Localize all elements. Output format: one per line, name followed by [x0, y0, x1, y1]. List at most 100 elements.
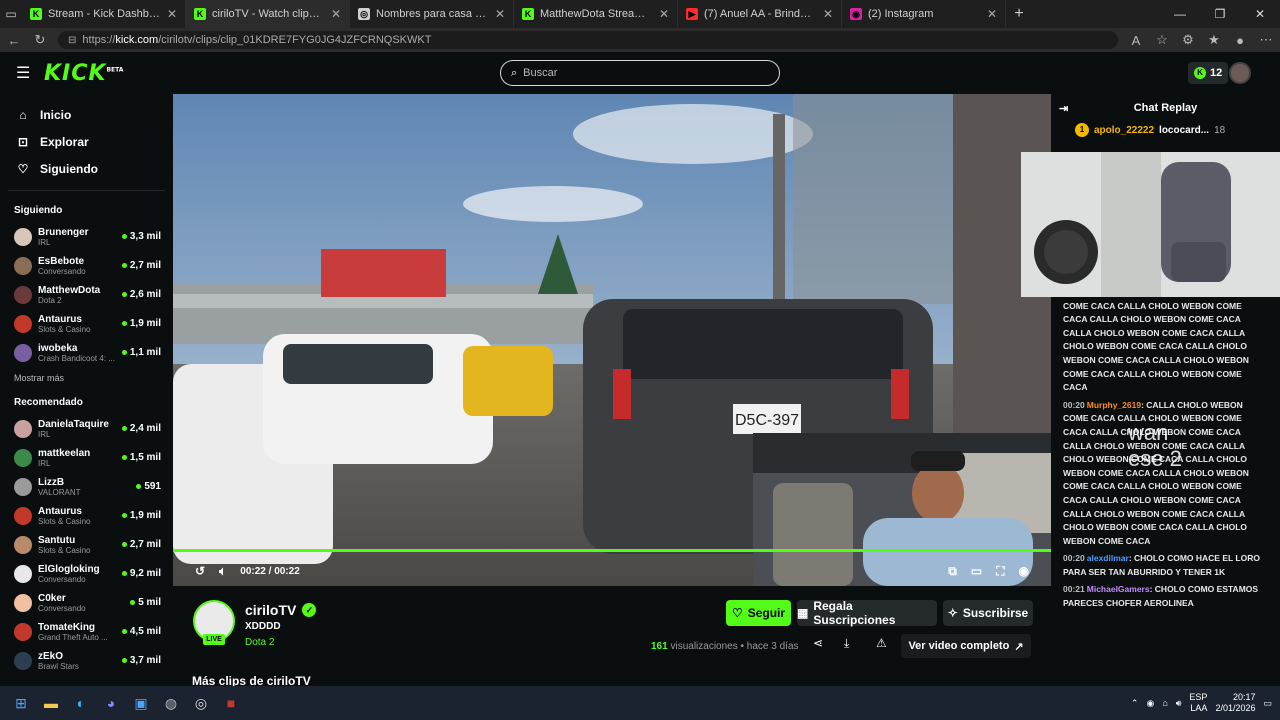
reload-icon[interactable]: ↻	[32, 32, 48, 48]
channel-category: Conversando	[38, 574, 86, 584]
dota-icon[interactable]: ■	[216, 688, 246, 718]
channel-name[interactable]: ciriloTV ✓	[245, 602, 317, 618]
sidebar-channel[interactable]: EsBebote Conversando 2,7 mil	[0, 251, 173, 280]
tab-close-icon[interactable]: ✕	[167, 7, 177, 21]
notifications-icon[interactable]: ▭	[1263, 698, 1272, 709]
close-window-icon[interactable]: ✕	[1240, 0, 1280, 28]
full-video-button[interactable]: Ver video completo ↗	[901, 634, 1031, 658]
edge-icon[interactable]: ◐	[66, 688, 96, 718]
tray-app-icon[interactable]: ◉	[1146, 698, 1154, 709]
pip-icon[interactable]: ⧉	[948, 564, 957, 579]
kick-logo[interactable]: KICKBETA	[44, 61, 123, 86]
show-more-link[interactable]: Mostrar más	[0, 367, 173, 389]
sidebar-channel[interactable]: ElGlogloking Conversando 9,2 mil	[0, 559, 173, 588]
follow-button[interactable]: ♡ Seguir	[726, 600, 791, 626]
message-time: 00:20	[1063, 553, 1085, 564]
maximize-icon[interactable]: ❐	[1200, 0, 1240, 28]
settings-icon[interactable]: ◉	[1019, 564, 1029, 578]
browser-menu-icon[interactable]: ▭	[0, 7, 22, 21]
message-user[interactable]: Murphy_2619	[1087, 400, 1141, 410]
discord-icon[interactable]: ◕	[96, 688, 126, 718]
sidebar-channel[interactable]: DanielaTaquire IRL 2,4 mil	[0, 414, 173, 443]
user-avatar[interactable]	[1229, 62, 1251, 84]
viewer-count: 9,2 mil	[121, 568, 161, 579]
share-icon[interactable]: ⋖	[813, 636, 823, 650]
sidebar-channel[interactable]: Antaurus Slots & Casino 1,9 mil	[0, 309, 173, 338]
more-menu-icon[interactable]: ⋯	[1258, 32, 1274, 48]
minimize-icon[interactable]: —	[1160, 0, 1200, 28]
viewer-count: 2,7 mil	[121, 260, 161, 271]
clip-category[interactable]: Dota 2	[245, 637, 274, 648]
message-user[interactable]: MichaelGamers	[1087, 584, 1150, 594]
extensions-icon[interactable]: ⚙	[1180, 32, 1196, 48]
tab-close-icon[interactable]: ✕	[987, 7, 997, 21]
sidebar-nav-siguiendo[interactable]: ♡ Siguiendo	[0, 155, 173, 182]
sidebar-channel[interactable]: C0ker Conversando 5 mil	[0, 588, 173, 617]
report-icon[interactable]: ⚠	[876, 636, 887, 650]
theater-mode-icon[interactable]: ▭	[971, 564, 982, 578]
replay-icon[interactable]: ↺	[195, 564, 205, 578]
hamburger-menu-icon[interactable]: ☰	[16, 63, 36, 83]
tab-5[interactable]: ◉ (2) Instagram ✕	[842, 0, 1006, 28]
gift-subs-button[interactable]: ▦ Regala Suscripciones	[797, 599, 937, 627]
tab-close-icon[interactable]: ✕	[659, 7, 669, 21]
language-indicator[interactable]: ESP LAA	[1189, 692, 1207, 714]
channel-avatar	[14, 593, 32, 612]
sidebar-nav-inicio[interactable]: ⌂ Inicio	[0, 101, 173, 128]
tab-0[interactable]: K Stream - Kick Dashboard ✕	[22, 0, 186, 28]
subscribe-button[interactable]: ✧ Suscribirse	[943, 600, 1033, 626]
channel-info: C0ker Conversando	[38, 593, 124, 613]
kicks-badge[interactable]: K 12	[1188, 62, 1229, 84]
fullscreen-icon[interactable]: ⛶	[996, 564, 1004, 579]
favorite-star-icon[interactable]: ☆	[1154, 32, 1170, 48]
video-player[interactable]: D5C-397 ↺ 🔈︎ 00:22 / 00:22 ⧉ ▭ ⛶ ◉	[173, 94, 1051, 586]
tab-close-icon[interactable]: ✕	[331, 7, 341, 21]
live-dot-icon	[121, 350, 127, 355]
sidebar-channel[interactable]: Brunenger IRL 3,3 mil	[0, 222, 173, 251]
tab-1[interactable]: KciriloTV - Watch clips on Kick ✕	[186, 0, 350, 28]
sidebar-channel[interactable]: zEkO Brawl Stars 3,7 mil	[0, 646, 173, 675]
channel-category: Slots & Casino	[38, 516, 91, 526]
sidebar-channel[interactable]: MatthewDota Dota 2 2,6 mil	[0, 280, 173, 309]
leaderboard-user-2[interactable]: lococard...	[1159, 125, 1209, 136]
tab-close-icon[interactable]: ✕	[823, 7, 833, 21]
start-icon[interactable]: ⊞	[6, 688, 36, 718]
floating-camera-window[interactable]	[1021, 152, 1280, 297]
leaderboard-user[interactable]: apolo_22222	[1094, 125, 1154, 136]
site-info-icon[interactable]: ⊟	[68, 35, 76, 46]
sidebar-channel[interactable]: TomateKing Grand Theft Auto ... 4,5 mil	[0, 617, 173, 646]
collapse-chat-icon[interactable]: ⇥	[1059, 102, 1068, 115]
tray-chevron-icon[interactable]: ⌃	[1131, 698, 1139, 709]
viewer-count-text: 2,7 mil	[129, 539, 161, 550]
tab-4[interactable]: ▶ (7) Anuel AA - Brindemos feat. Oz ✕	[678, 0, 842, 28]
progress-bar[interactable]	[173, 549, 1051, 552]
volume-tray-icon[interactable]: 🔊︎	[1176, 698, 1182, 709]
sidebar-nav-explorar[interactable]: ⊡ Explorar	[0, 128, 173, 155]
read-aloud-icon[interactable]: A	[1128, 33, 1144, 48]
message-user[interactable]: alexdilmar	[1087, 553, 1129, 563]
new-tab-button[interactable]: +	[1006, 5, 1032, 23]
sidebar-channel[interactable]: Antaurus Slots & Casino 1,9 mil	[0, 501, 173, 530]
sidebar-channel[interactable]: LizzB VALORANT 591	[0, 472, 173, 501]
viewer-count: 4,5 mil	[121, 626, 161, 637]
sidebar-channel[interactable]: iwobeka Crash Bandicoot 4: ... 1,1 mil	[0, 338, 173, 367]
download-icon[interactable]: ⤓	[844, 636, 849, 651]
search-input[interactable]: ⌕ Buscar	[500, 60, 780, 86]
back-icon[interactable]: ←	[6, 33, 22, 48]
profile-icon[interactable]: ●	[1232, 33, 1248, 48]
sidebar-channel[interactable]: Santutu Slots & Casino 2,7 mil	[0, 530, 173, 559]
network-icon[interactable]: ⌂	[1162, 698, 1167, 708]
favorites-icon[interactable]: ★	[1206, 32, 1222, 48]
file-explorer-icon[interactable]: ▬	[36, 688, 66, 718]
tab-2[interactable]: ◎ Nombres para casa de streamers ✕	[350, 0, 514, 28]
tab-favicon-icon: K	[30, 8, 42, 20]
url-field[interactable]: ⊟ https://kick.com/cirilotv/clips/clip_0…	[58, 31, 1118, 49]
clock[interactable]: 20:17 2/01/2026	[1215, 692, 1255, 714]
obs-icon[interactable]: ◎	[186, 688, 216, 718]
sidebar-channel[interactable]: mattkeelan IRL 1,5 mil	[0, 443, 173, 472]
steam-icon[interactable]: ◍	[156, 688, 186, 718]
photos-icon[interactable]: ▣	[126, 688, 156, 718]
volume-icon[interactable]: 🔈︎	[219, 564, 226, 579]
tab-3[interactable]: K MatthewDota Stream - Watch Live ✕	[514, 0, 678, 28]
tab-close-icon[interactable]: ✕	[495, 7, 505, 21]
